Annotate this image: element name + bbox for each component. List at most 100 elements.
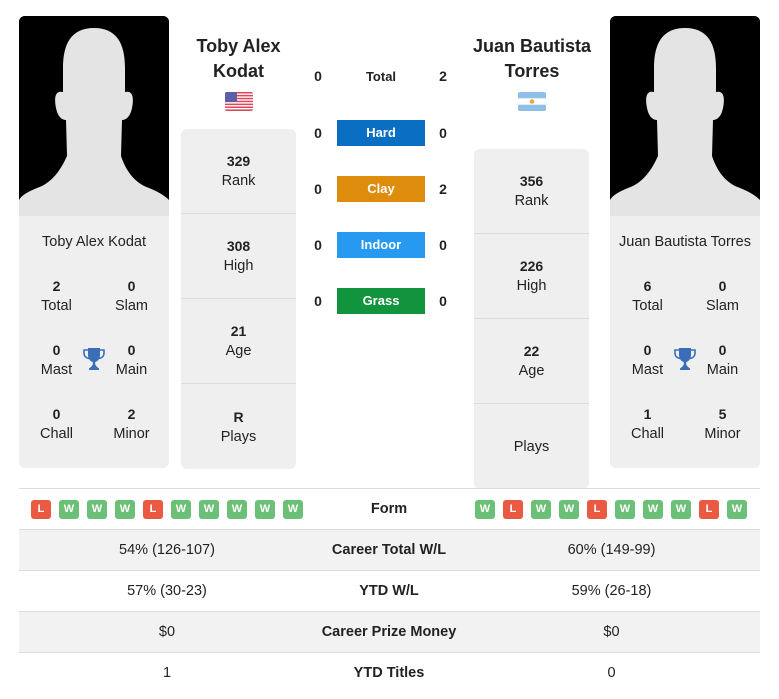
player1-titles-chall: 0 Chall	[19, 404, 94, 444]
player2-titles-chall: 1 Chall	[610, 404, 685, 444]
career-wl-row: 54% (126-107) Career Total W/L 60% (149-…	[19, 529, 760, 570]
player1-rank: 329 Rank	[181, 129, 296, 214]
stat-value: 21	[230, 323, 247, 339]
h2h-clay-p1: 0	[314, 181, 322, 197]
player2-name-line2: Torres	[504, 61, 560, 81]
titles-total-label: Total	[632, 298, 663, 314]
stat-value: 356	[519, 173, 544, 189]
player2-stats: 356 Rank 226 High 22 Age Plays	[474, 149, 589, 489]
stat-value: 22	[523, 343, 540, 359]
titles-main-label: Main	[706, 362, 739, 378]
ytd-wl-row: 57% (30-23) YTD W/L 59% (26-18)	[19, 570, 760, 611]
prize-money-label: Career Prize Money	[321, 624, 457, 640]
h2h-total-row: 0 Total 2	[300, 63, 460, 89]
player2-titles-main: 0 Main	[685, 340, 760, 380]
h2h-grass-p2: 0	[439, 293, 447, 309]
stat-value: 308	[226, 238, 251, 254]
stat-label: High	[223, 258, 254, 274]
titles-minor-value: 2	[127, 406, 136, 422]
stat-label: Rank	[514, 193, 549, 209]
player2-card-name: Juan Bautista Torres	[619, 234, 751, 250]
h2h-total-p2: 2	[439, 68, 447, 84]
titles-slam-value: 0	[127, 278, 136, 294]
form-win-badge[interactable]: W	[643, 500, 663, 519]
form-win-badge[interactable]: W	[227, 500, 247, 519]
titles-main-value: 0	[127, 342, 136, 358]
form-win-badge[interactable]: W	[531, 500, 551, 519]
titles-slam-label: Slam	[705, 298, 740, 314]
player-silhouette-icon	[19, 16, 169, 216]
surface-clay-badge[interactable]: Clay	[337, 176, 425, 202]
form-label: Form	[370, 501, 408, 517]
form-win-badge[interactable]: W	[199, 500, 219, 519]
h2h-total-label: Total	[365, 69, 397, 84]
form-win-badge[interactable]: W	[87, 500, 107, 519]
comparison-table: LWWWLWWWWW Form WLWWLWWWLW 54% (126-107)…	[19, 488, 760, 693]
form-loss-badge[interactable]: L	[699, 500, 719, 519]
player1-stats: 329 Rank 308 High 21 Age R Plays	[181, 129, 296, 469]
form-win-badge[interactable]: W	[615, 500, 635, 519]
player1-photo	[19, 16, 169, 216]
h2h-grass-p1: 0	[314, 293, 322, 309]
stat-label: High	[516, 278, 547, 294]
player1-card: Toby Alex Kodat 2 Total 0 Slam 0 Mast 0 …	[19, 16, 169, 468]
surface-grass-badge[interactable]: Grass	[337, 288, 425, 314]
form-win-badge[interactable]: W	[671, 500, 691, 519]
form-win-badge[interactable]: W	[559, 500, 579, 519]
titles-main-value: 0	[718, 342, 727, 358]
player1-name-link[interactable]: Toby Alex Kodat	[181, 34, 296, 84]
player2-name-link[interactable]: Juan Bautista Torres	[462, 34, 602, 84]
ytd-wl-label: YTD W/L	[359, 583, 419, 599]
h2h-total-p1: 0	[314, 68, 322, 84]
player2-rank: 356 Rank	[474, 149, 589, 234]
player1-name-line1: Toby Alex	[196, 36, 281, 56]
usa-flag-icon	[225, 92, 253, 111]
titles-main-label: Main	[115, 362, 148, 378]
player1-ytd-titles: 1	[162, 665, 172, 681]
form-win-badge[interactable]: W	[171, 500, 191, 519]
player1-plays: R Plays	[181, 384, 296, 469]
player2-ytd-titles: 0	[607, 665, 616, 681]
h2h-grass-row: 0 Grass 0	[300, 288, 460, 314]
h2h-indoor-p1: 0	[314, 237, 322, 253]
form-loss-badge[interactable]: L	[587, 500, 607, 519]
player2-photo	[610, 16, 760, 216]
titles-chall-label: Chall	[630, 426, 665, 442]
form-win-badge[interactable]: W	[283, 500, 303, 519]
h2h-hard-row: 0 Hard 0	[300, 120, 460, 146]
stat-label: Plays	[220, 428, 257, 445]
ytd-titles-label: YTD Titles	[353, 665, 425, 681]
titles-slam-value: 0	[718, 278, 727, 294]
career-wl-label: Career Total W/L	[331, 542, 447, 558]
player1-name-line2: Kodat	[213, 61, 264, 81]
surface-indoor-badge[interactable]: Indoor	[337, 232, 425, 258]
argentina-flag-icon	[518, 92, 546, 111]
titles-chall-value: 1	[643, 406, 652, 422]
form-win-badge[interactable]: W	[255, 500, 275, 519]
stat-value: 226	[519, 258, 544, 274]
player1-ytd-wl: 57% (30-23)	[127, 583, 207, 599]
player2-card: Juan Bautista Torres 6 Total 0 Slam 0 Ma…	[610, 16, 760, 468]
prize-money-row: $0 Career Prize Money $0	[19, 611, 760, 652]
form-win-badge[interactable]: W	[727, 500, 747, 519]
form-loss-badge[interactable]: L	[143, 500, 163, 519]
player1-titles-minor: 2 Minor	[94, 404, 169, 444]
stat-label: Rank	[221, 173, 256, 189]
form-loss-badge[interactable]: L	[503, 500, 523, 519]
player2-name-line1: Juan Bautista	[472, 36, 592, 56]
player1-titles-total: 2 Total	[19, 276, 94, 316]
surface-hard-badge[interactable]: Hard	[337, 120, 425, 146]
player2-titles-minor: 5 Minor	[685, 404, 760, 444]
player2-age: 22 Age	[474, 319, 589, 404]
player1-age: 21 Age	[181, 299, 296, 384]
form-win-badge[interactable]: W	[59, 500, 79, 519]
player2-high: 226 High	[474, 234, 589, 319]
form-win-badge[interactable]: W	[475, 500, 495, 519]
player1-form: LWWWLWWWWW	[31, 500, 303, 519]
player1-high: 308 High	[181, 214, 296, 299]
form-win-badge[interactable]: W	[115, 500, 135, 519]
player2-ytd-wl: 59% (26-18)	[571, 583, 652, 599]
form-loss-badge[interactable]: L	[31, 500, 51, 519]
h2h-clay-p2: 2	[439, 181, 447, 197]
player2-titles-slam: 0 Slam	[685, 276, 760, 316]
